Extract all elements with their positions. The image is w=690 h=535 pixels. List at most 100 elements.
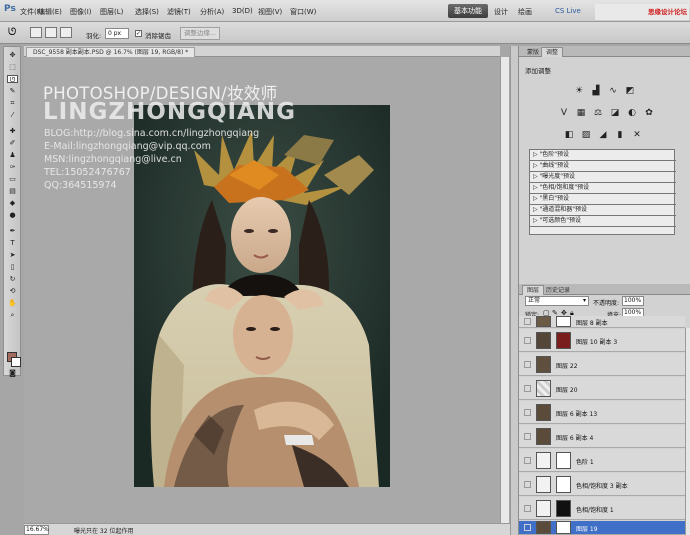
layer-row[interactable]: 图层 20 [519, 377, 685, 400]
layer-row[interactable]: 图层 6 副本 13 [519, 401, 685, 424]
preset-label: "色相/饱和度"预设 [539, 184, 590, 191]
visibility-toggle[interactable] [524, 337, 531, 344]
channel-mixer-icon[interactable]: ✿ [644, 108, 654, 118]
blend-mode-select[interactable]: 正常 ▾ [525, 296, 589, 306]
preset-exposure[interactable]: ▷ "曝光度"预设 [530, 172, 676, 183]
clone-stamp-tool-icon[interactable]: ♟ [7, 151, 18, 159]
refine-edge-button[interactable]: 调整边缘... [180, 27, 220, 40]
quick-mask-icon[interactable]: ◙ [7, 369, 18, 377]
opacity-input[interactable]: 100% [622, 296, 644, 306]
threshold-icon[interactable]: ◢ [598, 130, 608, 140]
visibility-toggle[interactable] [524, 318, 531, 325]
feather-input[interactable]: 0 px [105, 28, 129, 39]
layer-row[interactable]: 色阶 1 [519, 449, 685, 472]
dodge-tool-icon[interactable]: ● [7, 211, 18, 219]
selective-color-icon[interactable]: ✕ [632, 130, 642, 140]
visibility-toggle[interactable] [524, 409, 531, 416]
color-balance-icon[interactable]: ⚖ [593, 108, 603, 118]
hand-tool-icon[interactable]: ✋ [7, 299, 18, 307]
workspace-paint-button[interactable]: 绘画 [518, 7, 532, 17]
exposure-icon[interactable]: ◩ [625, 86, 635, 96]
document-tab[interactable]: DSC_9558 副本副本.PSD @ 16.7% (图层 19, RGB/8)… [26, 47, 196, 57]
pen-tool-icon[interactable]: ✒ [7, 227, 18, 235]
menu-edit[interactable]: 编辑(E) [38, 7, 62, 17]
visibility-toggle[interactable] [524, 457, 531, 464]
levels-icon[interactable]: ▟ [591, 86, 601, 96]
black-white-icon[interactable]: ◪ [610, 108, 620, 118]
tab-adjustments[interactable]: 调整 [541, 47, 564, 57]
workspace-essentials-button[interactable]: 基本功能 [448, 4, 488, 18]
preset-selective-color[interactable]: ▷ "可选颜色"预设 [530, 216, 676, 227]
layer-row[interactable]: 图层 22 [519, 353, 685, 376]
menu-select[interactable]: 选择(S) [135, 7, 159, 17]
curves-icon[interactable]: ∿ [608, 86, 618, 96]
status-info[interactable]: 曝光只在 32 位起作用 [74, 526, 133, 535]
preset-levels[interactable]: ▷ "色阶"预设 [530, 150, 676, 161]
layer-row-selected[interactable]: 图层 19 [519, 521, 685, 535]
watermark-tel: TEL:15052476767 [44, 167, 131, 178]
menu-analysis[interactable]: 分析(A) [200, 7, 224, 17]
visibility-toggle[interactable] [524, 505, 531, 512]
add-selection-icon[interactable] [45, 27, 57, 38]
3d-orbit-tool-icon[interactable]: ⟲ [7, 287, 18, 295]
new-selection-icon[interactable] [30, 27, 42, 38]
move-tool-icon[interactable]: ✥ [7, 51, 18, 59]
preset-hue-saturation[interactable]: ▷ "色相/饱和度"预设 [530, 183, 676, 194]
brightness-icon[interactable]: ☀ [574, 86, 584, 96]
preset-black-white[interactable]: ▷ "黑白"预设 [530, 194, 676, 205]
workspace-design-button[interactable]: 设计 [494, 7, 508, 17]
eye-icon[interactable] [524, 524, 531, 531]
canvas-vertical-scrollbar[interactable] [500, 57, 509, 523]
visibility-toggle[interactable] [524, 433, 531, 440]
path-select-tool-icon[interactable]: ➤ [7, 251, 18, 259]
menu-view[interactable]: 视图(V) [258, 7, 282, 17]
lasso-tool-icon[interactable]: ᘎ [8, 27, 16, 38]
photo-filter-icon[interactable]: ◐ [627, 108, 637, 118]
menu-3d[interactable]: 3D(D) [232, 7, 253, 15]
layer-row[interactable]: 图层 6 副本 4 [519, 425, 685, 448]
eyedropper-tool-icon[interactable]: ⁄ [7, 111, 18, 119]
zoom-tool-icon[interactable]: ⌕ [7, 311, 18, 319]
preset-channel-mixer[interactable]: ▷ "通道混和器"预设 [530, 205, 676, 216]
3d-rotate-tool-icon[interactable]: ↻ [7, 275, 18, 283]
zoom-level-field[interactable]: 16.67% [24, 525, 49, 535]
layer-row[interactable]: 图层 10 副本 3 [519, 329, 685, 352]
layers-scrollbar[interactable] [685, 328, 690, 535]
invert-icon[interactable]: ◧ [564, 130, 574, 140]
background-color-swatch[interactable] [11, 357, 21, 367]
tab-history[interactable]: 历史记录 [541, 285, 575, 295]
marquee-tool-icon[interactable]: ⬚ [7, 63, 18, 71]
quick-select-tool-icon[interactable]: ✎ [7, 87, 18, 95]
layer-row[interactable]: 图层 8 副本 [519, 316, 685, 328]
gradient-map-icon[interactable]: ▮ [615, 130, 625, 140]
layer-row[interactable]: 色相/饱和度 1 [519, 497, 685, 520]
visibility-toggle[interactable] [524, 481, 531, 488]
menu-image[interactable]: 图像(I) [70, 7, 92, 17]
healing-tool-icon[interactable]: ✚ [7, 127, 18, 135]
lasso-tool-icon[interactable]: ᘎ [7, 75, 18, 84]
hue-saturation-icon[interactable]: ▦ [576, 108, 586, 118]
blur-tool-icon[interactable]: ◆ [7, 199, 18, 207]
vibrance-icon[interactable]: V [559, 108, 569, 118]
preset-label: "曲线"预设 [539, 162, 570, 169]
shape-tool-icon[interactable]: ▯ [7, 263, 18, 271]
preset-curves[interactable]: ▷ "曲线"预设 [530, 161, 676, 172]
menu-window[interactable]: 窗口(W) [290, 7, 316, 17]
subtract-selection-icon[interactable] [60, 27, 72, 38]
visibility-toggle[interactable] [524, 361, 531, 368]
type-tool-icon[interactable]: T [7, 239, 18, 247]
menu-filter[interactable]: 滤镜(T) [167, 7, 191, 17]
layer-mask-thumbnail [556, 316, 571, 327]
cs-live-button[interactable]: CS Live [555, 7, 581, 15]
history-brush-tool-icon[interactable]: ✑ [7, 163, 18, 171]
eraser-tool-icon[interactable]: ▭ [7, 175, 18, 183]
visibility-toggle[interactable] [524, 385, 531, 392]
antialias-checkbox[interactable]: ✓ [135, 30, 142, 37]
posterize-icon[interactable]: ▨ [581, 130, 591, 140]
crop-tool-icon[interactable]: ⌗ [7, 99, 18, 107]
gradient-tool-icon[interactable]: ▤ [7, 187, 18, 195]
layer-row[interactable]: 色相/饱和度 3 副本 [519, 473, 685, 496]
layer-thumbnail [536, 332, 551, 349]
menu-layer[interactable]: 图层(L) [100, 7, 123, 17]
brush-tool-icon[interactable]: ✐ [7, 139, 18, 147]
